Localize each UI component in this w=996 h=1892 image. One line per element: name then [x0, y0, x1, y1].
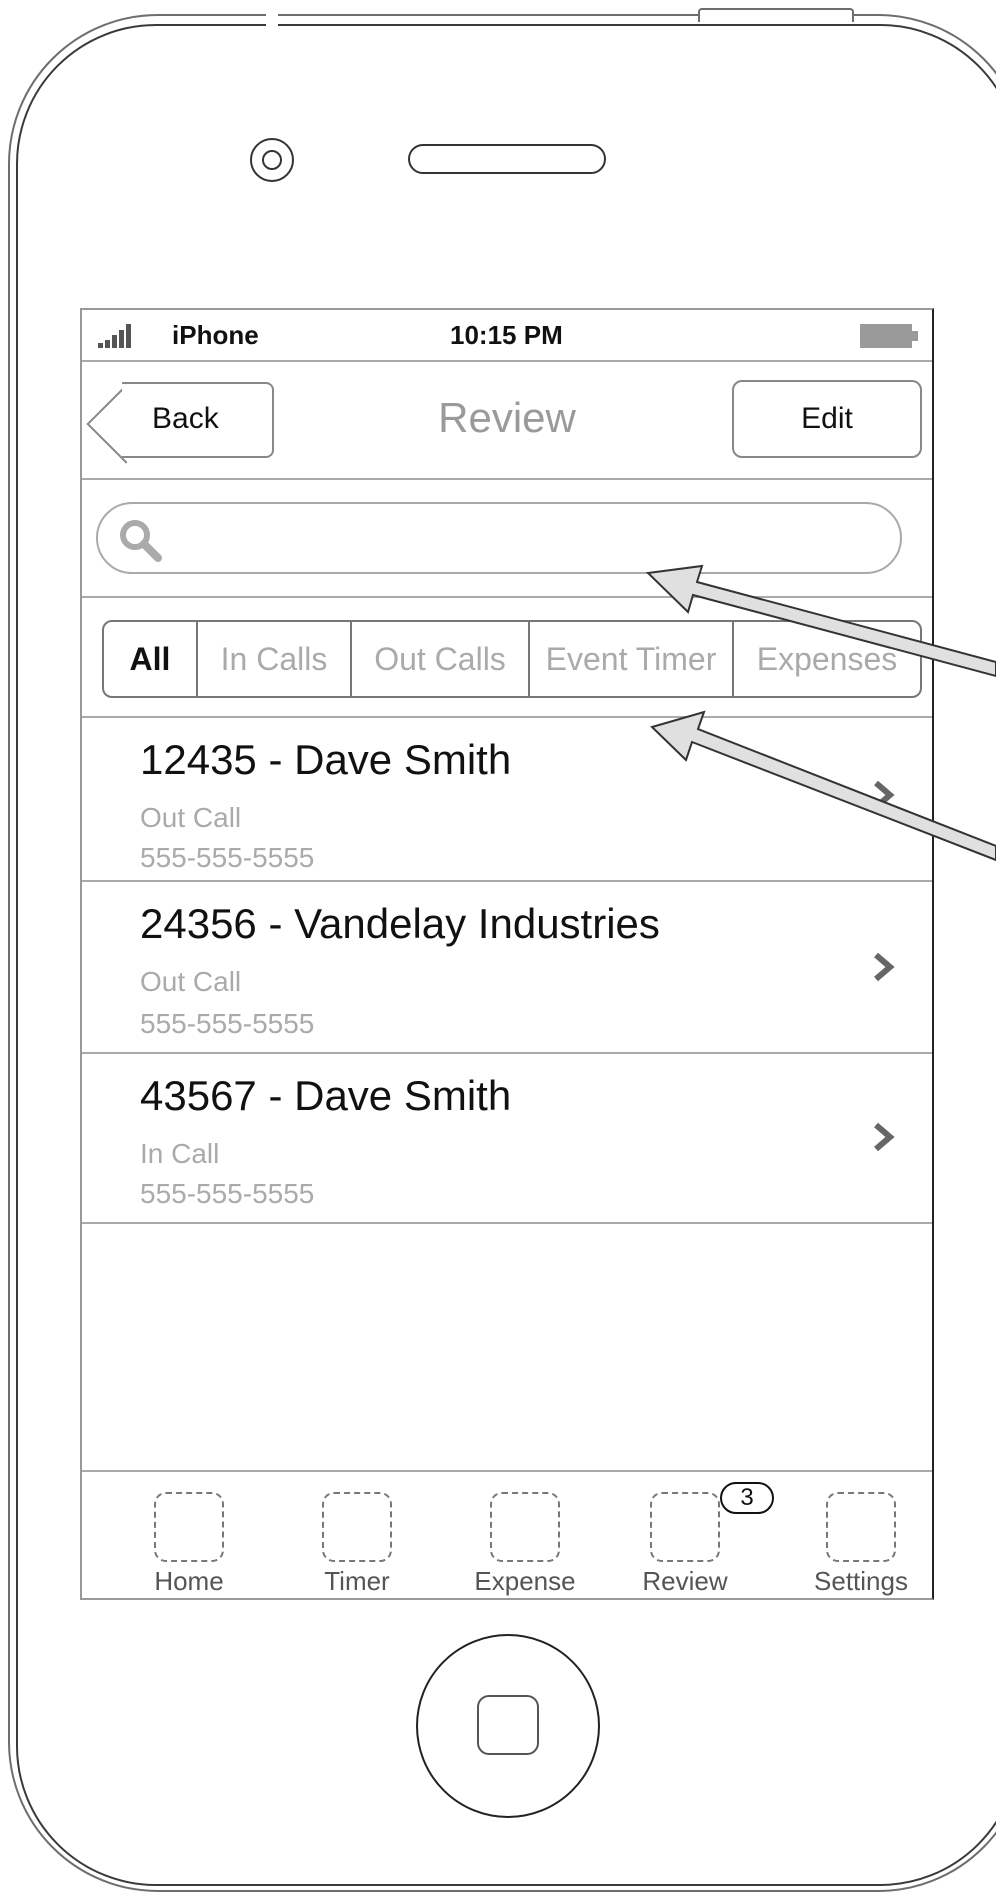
filter-segmented-control: All In Calls Out Calls Event Timer Expen… — [102, 620, 922, 698]
status-time: 10:15 PM — [450, 320, 563, 350]
earpiece-speaker — [408, 144, 606, 174]
list-item-type: Out Call — [140, 966, 242, 997]
screen: iPhone 10:15 PM Back Review Edit All In … — [80, 308, 934, 1600]
expense-tab-icon — [490, 1492, 560, 1562]
segment-in-calls[interactable]: In Calls — [198, 622, 352, 696]
home-tab-icon — [154, 1492, 224, 1562]
home-button-icon — [477, 1695, 539, 1755]
filter-bar: All In Calls Out Calls Event Timer Expen… — [82, 600, 932, 718]
tab-label: Expense — [474, 1566, 576, 1596]
settings-tab-icon — [826, 1492, 896, 1562]
tab-label: Settings — [814, 1566, 908, 1596]
segment-out-calls[interactable]: Out Calls — [352, 622, 530, 696]
tab-bar: Home Timer Expense Review 3 Settings — [82, 1470, 932, 1598]
segment-expenses[interactable]: Expenses — [734, 622, 920, 696]
list-item[interactable]: 12435 - Dave Smith Out Call 555-555-5555 — [82, 718, 932, 882]
tab-label: Timer — [324, 1566, 390, 1596]
list-item-title: 43567 - Dave Smith — [140, 1072, 512, 1119]
list-item-type: In Call — [140, 1138, 220, 1169]
search-icon — [120, 520, 162, 562]
tab-review[interactable]: Review 3 — [620, 1482, 774, 1596]
list-item-phone: 555-555-5555 — [140, 842, 315, 873]
segment-all[interactable]: All — [104, 622, 198, 696]
search-bar — [82, 482, 932, 598]
chevron-right-icon — [874, 780, 895, 810]
list-item-title: 24356 - Vandelay Industries — [140, 900, 660, 947]
carrier-name: iPhone — [172, 320, 259, 350]
tab-label: Home — [154, 1566, 224, 1596]
timer-tab-icon — [322, 1492, 392, 1562]
list-item-phone: 555-555-5555 — [140, 1178, 315, 1209]
notification-badge: 3 — [720, 1482, 774, 1514]
list-item-type: Out Call — [140, 802, 242, 833]
power-button — [698, 8, 854, 22]
list-item[interactable]: 43567 - Dave Smith In Call 555-555-5555 — [82, 1054, 932, 1224]
search-input[interactable] — [96, 502, 902, 574]
battery-icon — [860, 324, 912, 348]
chevron-right-icon — [874, 952, 895, 982]
tab-timer[interactable]: Timer — [292, 1482, 412, 1596]
tab-settings[interactable]: Settings — [796, 1482, 916, 1596]
camera-lens-icon — [262, 150, 282, 170]
navigation-bar: Back Review Edit — [82, 362, 932, 480]
tab-expense[interactable]: Expense — [460, 1482, 580, 1596]
edit-button[interactable]: Edit — [732, 380, 922, 458]
segment-event-timer[interactable]: Event Timer — [530, 622, 734, 696]
tab-home[interactable]: Home — [124, 1482, 244, 1596]
chevron-right-icon — [874, 1122, 895, 1152]
list-item[interactable]: 24356 - Vandelay Industries Out Call 555… — [82, 882, 932, 1054]
status-bar: iPhone 10:15 PM — [82, 310, 932, 362]
review-tab-icon — [650, 1492, 720, 1562]
battery-tip — [912, 331, 918, 341]
list-item-phone: 555-555-5555 — [140, 1008, 315, 1039]
tab-label: Review — [642, 1566, 728, 1596]
list-item-title: 12435 - Dave Smith — [140, 736, 512, 783]
frame-gap — [266, 14, 278, 30]
